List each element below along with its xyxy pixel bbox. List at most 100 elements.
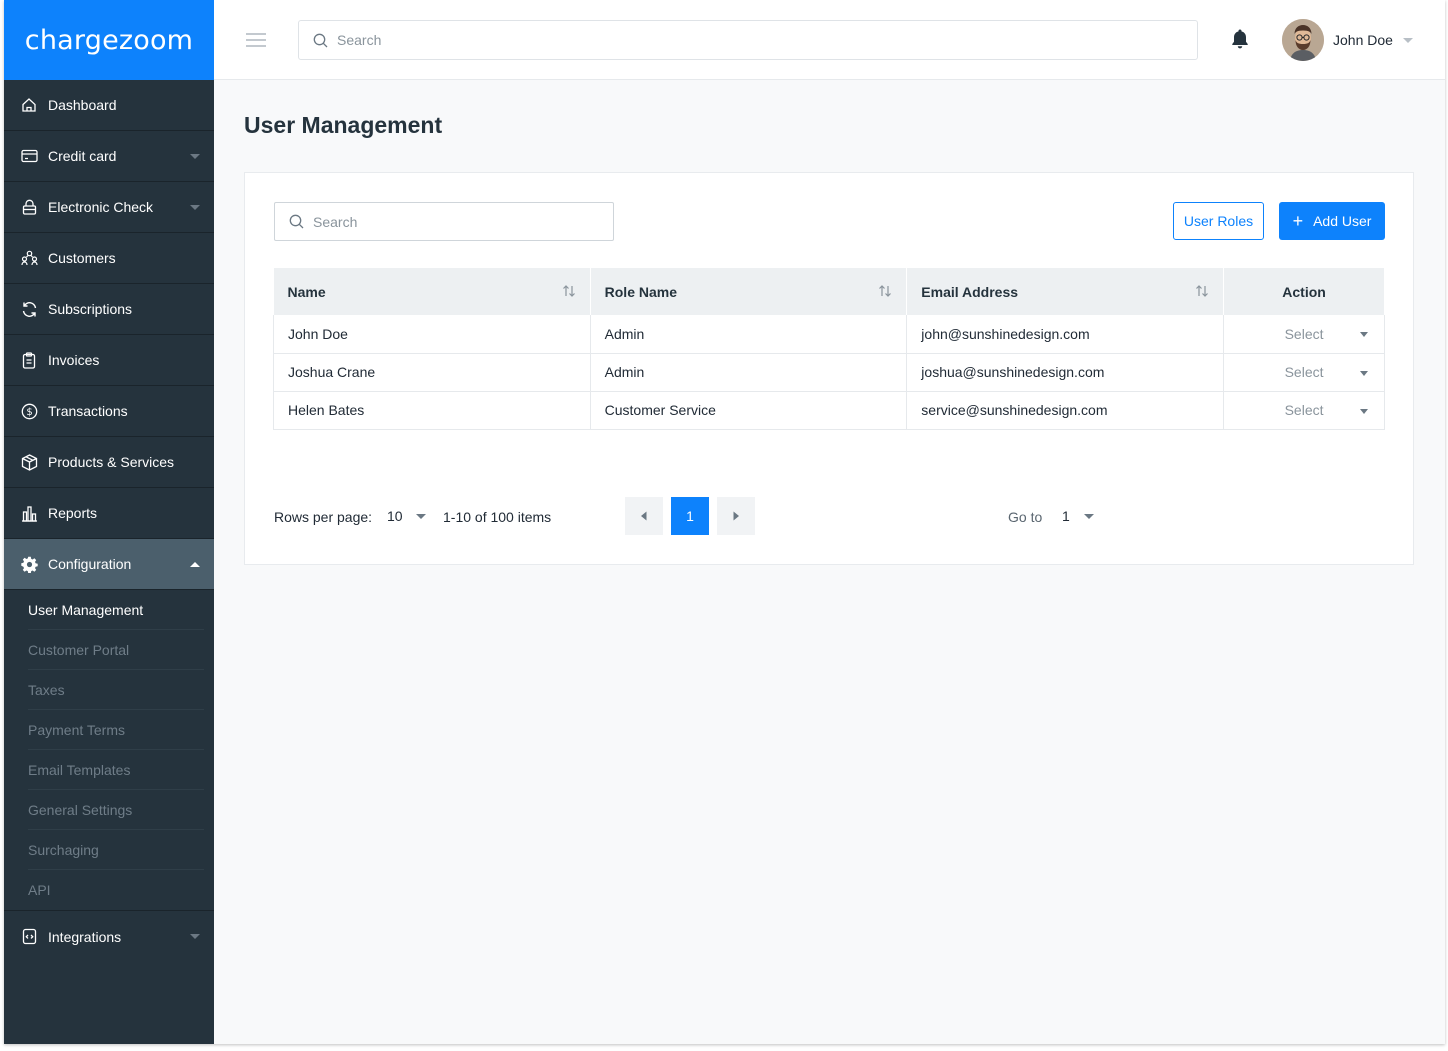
sidebar-item-configuration[interactable]: Configuration	[4, 539, 214, 590]
submenu-item-payment-terms[interactable]: Payment Terms	[28, 710, 204, 750]
sidebar-item-products-services[interactable]: Products & Services	[4, 437, 214, 488]
refresh-icon	[20, 300, 38, 318]
chevron-down-icon	[190, 934, 200, 939]
user-name: John Doe	[1333, 32, 1393, 48]
search-icon	[289, 214, 304, 229]
submenu-item-email-templates[interactable]: Email Templates	[28, 750, 204, 790]
table-row: Helen Bates Customer Service service@sun…	[273, 391, 1385, 430]
sidebar-item-label: Reports	[48, 505, 98, 521]
column-header-name[interactable]: Name	[273, 268, 591, 315]
page-button[interactable]: 1	[671, 497, 709, 535]
cell-name: Joshua Crane	[273, 353, 591, 392]
cell-name: Helen Bates	[273, 391, 591, 430]
global-search[interactable]	[298, 20, 1198, 60]
sidebar-item-invoices[interactable]: Invoices	[4, 335, 214, 386]
add-user-button[interactable]: + Add User	[1279, 202, 1385, 240]
sidebar-item-label: Subscriptions	[48, 301, 133, 317]
submenu-item-customer-portal[interactable]: Customer Portal	[28, 630, 204, 670]
sidebar-item-credit-card[interactable]: Credit card	[4, 131, 214, 182]
column-header-role[interactable]: Role Name	[590, 268, 908, 315]
app-window: chargezoom Dashboard Credit card Electro…	[4, 0, 1445, 1044]
items-count: 1-10 of 100 items	[443, 509, 552, 525]
goto-page-select[interactable]: 1	[1054, 499, 1102, 533]
cell-email: service@sunshinedesign.com	[906, 391, 1225, 430]
user-menu[interactable]: John Doe	[1282, 19, 1413, 61]
credit-card-icon	[20, 147, 38, 165]
users-table: Name Role Name Email Address Action John…	[273, 268, 1385, 430]
sort-icon[interactable]	[562, 284, 576, 301]
submenu-item-api[interactable]: API	[28, 870, 204, 910]
sidebar-item-dashboard[interactable]: Dashboard	[4, 80, 214, 131]
sidebar-item-label: Configuration	[48, 556, 132, 572]
action-select[interactable]: Select	[1223, 391, 1385, 430]
user-roles-button[interactable]: User Roles	[1173, 202, 1264, 240]
action-select-label: Select	[1284, 325, 1324, 342]
table-row: Joshua Crane Admin joshua@sunshinedesign…	[273, 353, 1385, 392]
cell-name: John Doe	[273, 315, 591, 354]
chevron-down-icon	[1360, 408, 1368, 414]
goto-page-value: 1	[1062, 508, 1070, 524]
cell-role: Admin	[590, 353, 908, 392]
action-select-label: Select	[1284, 364, 1324, 380]
column-header-label: Role Name	[604, 283, 677, 300]
chevron-left-icon	[641, 511, 647, 521]
sidebar-item-reports[interactable]: Reports	[4, 488, 214, 539]
chevron-down-icon	[1360, 332, 1368, 337]
global-search-input[interactable]	[337, 32, 1197, 48]
configuration-submenu: User Management Customer Portal Taxes Pa…	[4, 590, 214, 911]
sidebar-item-transactions[interactable]: $ Transactions	[4, 386, 214, 437]
top-header: John Doe	[214, 0, 1445, 80]
avatar	[1282, 19, 1324, 61]
chevron-down-icon	[190, 154, 200, 159]
rows-per-page-label: Rows per page:	[274, 509, 373, 525]
cell-role: Customer Service	[590, 391, 908, 430]
table-search-input[interactable]	[313, 213, 613, 230]
search-icon	[313, 33, 328, 48]
submenu-item-surchaging[interactable]: Surchaging	[28, 830, 204, 870]
sidebar-item-label: Dashboard	[48, 97, 117, 113]
sidebar-item-integrations[interactable]: Integrations	[4, 911, 214, 962]
chevron-down-icon	[416, 514, 426, 519]
rows-per-page-select[interactable]: 10	[380, 499, 434, 533]
next-page-button[interactable]	[717, 497, 755, 535]
sidebar-item-label: Electronic Check	[48, 199, 154, 215]
column-header-label: Email Address	[921, 283, 1019, 300]
logo[interactable]: chargezoom	[4, 0, 214, 80]
submenu-item-taxes[interactable]: Taxes	[28, 670, 204, 710]
gear-icon	[20, 555, 38, 573]
add-user-label: Add User	[1313, 213, 1372, 229]
code-file-icon	[20, 928, 38, 946]
column-header-email[interactable]: Email Address	[906, 268, 1225, 315]
prev-page-button[interactable]	[625, 497, 663, 535]
submenu-item-general-settings[interactable]: General Settings	[28, 790, 204, 830]
action-select[interactable]: Select	[1223, 315, 1385, 354]
bell-icon[interactable]	[1230, 28, 1250, 52]
svg-text:$: $	[26, 407, 32, 418]
rows-per-page-value: 10	[387, 508, 403, 524]
sidebar-item-label: Invoices	[48, 352, 100, 368]
lock-icon	[20, 198, 38, 216]
chevron-down-icon	[1402, 37, 1413, 43]
sort-icon[interactable]	[878, 284, 892, 301]
sort-icon[interactable]	[1195, 284, 1209, 301]
sidebar-item-subscriptions[interactable]: Subscriptions	[4, 284, 214, 335]
box-icon	[20, 453, 38, 471]
plus-icon: +	[1292, 211, 1304, 231]
customers-icon	[20, 249, 38, 267]
column-header-label: Name	[287, 283, 326, 300]
chevron-down-icon	[1084, 514, 1094, 519]
sidebar-item-electronic-check[interactable]: Electronic Check	[4, 182, 214, 233]
table-row: John Doe Admin john@sunshinedesign.com S…	[273, 315, 1385, 354]
home-icon	[20, 96, 38, 114]
table-header-row: Name Role Name Email Address Action	[273, 268, 1385, 315]
action-select[interactable]: Select	[1223, 353, 1385, 392]
submenu-item-user-management[interactable]: User Management	[28, 590, 204, 630]
chevron-down-icon	[190, 205, 200, 210]
hamburger-menu-icon[interactable]	[246, 33, 266, 47]
sidebar-item-label: Products & Services	[48, 454, 175, 470]
goto-label: Go to	[1008, 509, 1043, 525]
table-search[interactable]	[274, 202, 614, 241]
action-select-label: Select	[1284, 402, 1324, 418]
sidebar-item-customers[interactable]: Customers	[4, 233, 214, 284]
cell-email: joshua@sunshinedesign.com	[906, 353, 1225, 392]
